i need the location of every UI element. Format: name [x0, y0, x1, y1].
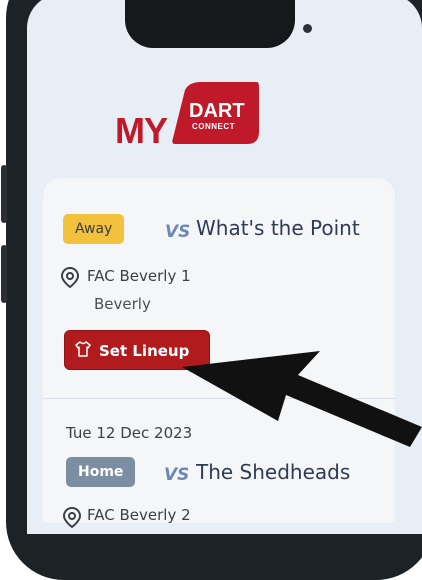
- opponent-name[interactable]: What's the Point: [196, 216, 360, 240]
- match-date: Tue 12 Dec 2023: [66, 424, 193, 442]
- opponent-name[interactable]: The Shedheads: [196, 460, 350, 484]
- svg-text:VS: VS: [165, 222, 189, 241]
- set-lineup-label: Set Lineup: [99, 342, 190, 360]
- volume-down-button: [1, 245, 7, 303]
- logo-connect-text: CONNECT: [192, 122, 236, 131]
- location-pin-icon: [62, 506, 82, 528]
- arrow-pointer-icon: [182, 351, 422, 447]
- home-badge: Home: [66, 457, 136, 487]
- notch: [125, 0, 312, 48]
- camera-icon: [303, 24, 312, 33]
- logo-dart-text: DART: [189, 100, 245, 122]
- volume-up-button: [1, 165, 7, 223]
- venue-name: FAC Beverly 2: [87, 506, 191, 524]
- location-pin-icon: [60, 266, 80, 288]
- shirt-icon: [75, 341, 91, 357]
- vs-icon: VS: [164, 465, 188, 484]
- venue-name: FAC Beverly 1: [87, 267, 191, 285]
- away-badge: Away: [63, 214, 125, 244]
- svg-text:VS: VS: [164, 465, 188, 484]
- vs-icon: VS: [165, 222, 189, 241]
- venue-city: Beverly: [94, 295, 151, 313]
- logo-my-text: MY: [115, 110, 168, 151]
- app-logo: MY DART CONNECT: [103, 82, 303, 152]
